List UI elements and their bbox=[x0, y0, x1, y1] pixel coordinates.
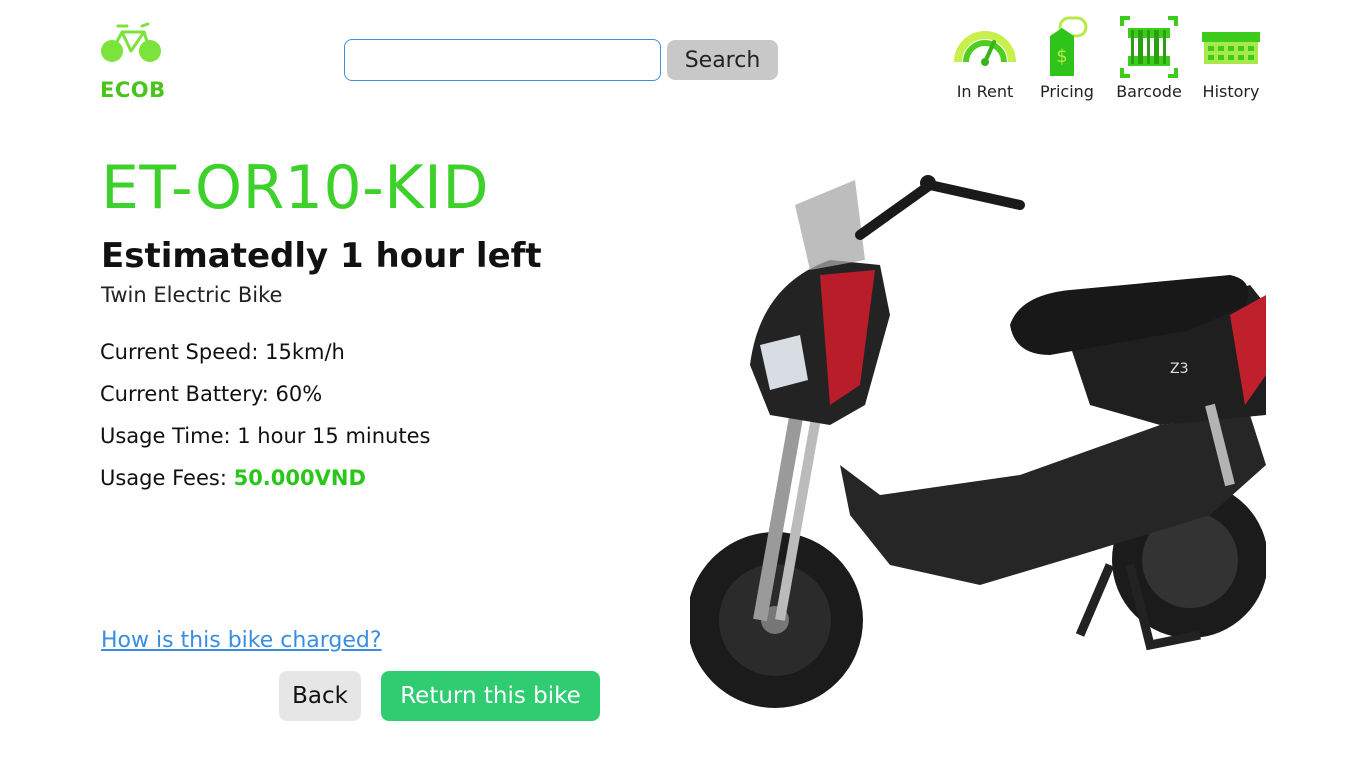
nav-label: Pricing bbox=[1040, 82, 1094, 101]
speedometer-icon bbox=[954, 31, 1016, 66]
charge-info-link[interactable]: How is this bike charged? bbox=[101, 628, 382, 653]
usage-time: Usage Time: 1 hour 15 minutes bbox=[100, 424, 431, 448]
brand-logo[interactable]: ECOB bbox=[100, 22, 166, 102]
usage-fees-value: 50.000VND bbox=[233, 466, 366, 490]
bike-details: Current Speed: 15km/h Current Battery: 6… bbox=[100, 340, 430, 508]
nav-label: In Rent bbox=[956, 82, 1014, 101]
back-button[interactable]: Back bbox=[279, 671, 361, 721]
nav-pricing[interactable]: $ Pricing bbox=[1026, 16, 1108, 101]
top-nav: In Rent $ Pricing Barcode History bbox=[944, 16, 1272, 101]
bike-code: ET-OR10-KID bbox=[101, 153, 490, 223]
current-speed: Current Speed: 15km/h bbox=[100, 340, 345, 364]
usage-fees: Usage Fees: 50.000VND bbox=[100, 466, 430, 508]
time-remaining: Estimatedly 1 hour left bbox=[101, 236, 542, 276]
svg-text:Z3: Z3 bbox=[1170, 361, 1189, 377]
nav-in-rent[interactable]: In Rent bbox=[944, 16, 1026, 101]
bike-type: Twin Electric Bike bbox=[101, 283, 283, 307]
nav-label: Barcode bbox=[1116, 82, 1182, 101]
nav-history[interactable]: History bbox=[1190, 16, 1272, 101]
search-input[interactable] bbox=[344, 39, 661, 81]
return-bike-button[interactable]: Return this bike bbox=[381, 671, 600, 721]
current-battery: Current Battery: 60% bbox=[100, 382, 323, 406]
nav-barcode[interactable]: Barcode bbox=[1108, 16, 1190, 101]
bicycle-icon bbox=[101, 22, 161, 62]
bike-image: Z3 bbox=[690, 175, 1266, 708]
price-tag-icon: $ bbox=[1050, 16, 1088, 76]
nav-label: History bbox=[1202, 82, 1260, 101]
search-button[interactable]: Search bbox=[667, 40, 778, 80]
history-table-icon bbox=[1202, 32, 1260, 64]
barcode-icon bbox=[1120, 16, 1178, 78]
svg-text:$: $ bbox=[1056, 46, 1067, 67]
brand-name: ECOB bbox=[100, 78, 166, 102]
usage-fees-label: Usage Fees: bbox=[100, 466, 234, 490]
